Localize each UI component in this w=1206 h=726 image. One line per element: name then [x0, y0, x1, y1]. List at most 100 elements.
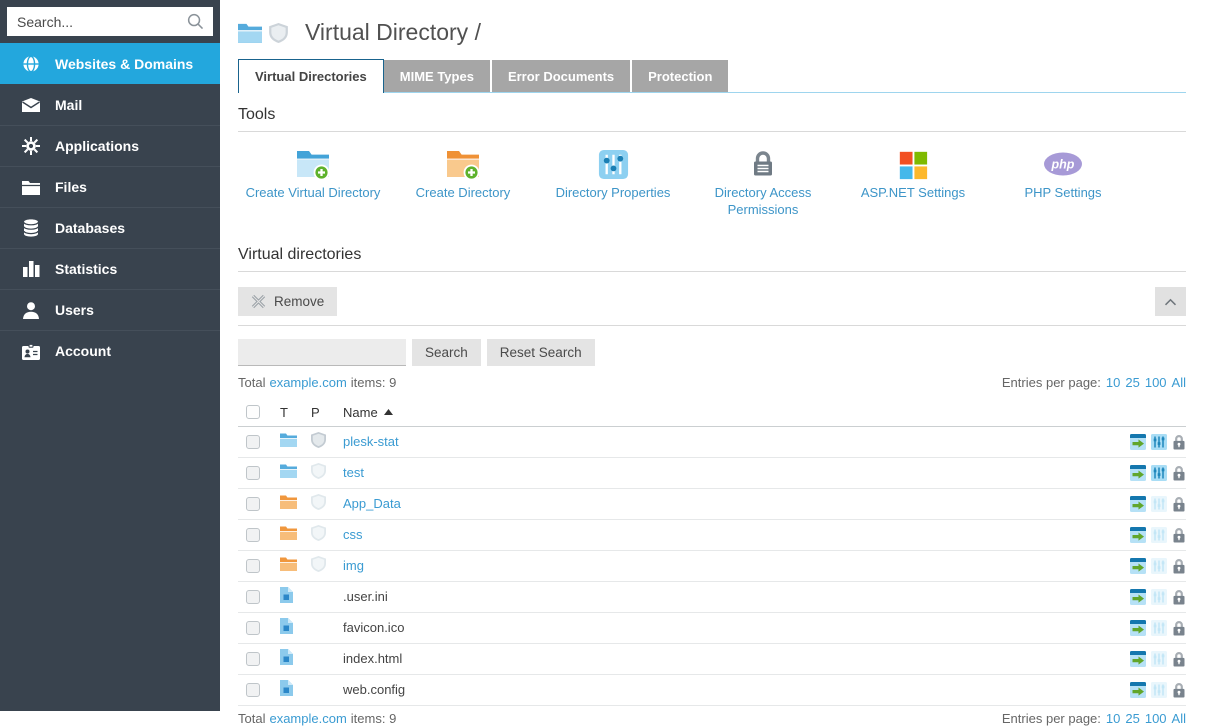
- tool-label: Directory Properties: [538, 185, 688, 202]
- chevron-up-icon: [1164, 294, 1177, 309]
- tool-directory-properties[interactable]: Directory Properties: [538, 141, 688, 219]
- entries-option-10[interactable]: 10: [1106, 711, 1120, 726]
- folder-orange-plus-icon: [388, 141, 538, 181]
- entries-option-100[interactable]: 100: [1145, 375, 1167, 390]
- table-row: css: [238, 520, 1186, 551]
- column-name[interactable]: Name: [343, 405, 1116, 420]
- total-suffix: items: 9: [351, 711, 397, 726]
- user-icon: [21, 302, 41, 319]
- sliders-icon: [538, 141, 688, 181]
- open-in-browser-icon[interactable]: [1130, 651, 1146, 667]
- row-name-link[interactable]: plesk-stat: [343, 434, 399, 449]
- reset-search-button[interactable]: Reset Search: [487, 339, 595, 366]
- entries-option-100[interactable]: 100: [1145, 711, 1167, 726]
- column-type[interactable]: T: [280, 405, 311, 420]
- open-in-browser-icon[interactable]: [1130, 465, 1146, 481]
- tool-label: Create Directory: [388, 185, 538, 202]
- sidebar-item-users[interactable]: Users: [0, 289, 220, 330]
- search-input[interactable]: [7, 7, 213, 36]
- row-name-link[interactable]: img: [343, 558, 364, 573]
- directory-properties-icon[interactable]: [1151, 465, 1167, 481]
- open-in-browser-icon[interactable]: [1130, 558, 1146, 574]
- collapse-button[interactable]: [1155, 287, 1186, 316]
- permissions-lock-icon[interactable]: [1172, 558, 1186, 574]
- select-all-checkbox[interactable]: [246, 405, 260, 419]
- tools-row: Create Virtual DirectoryCreate Directory…: [238, 141, 1186, 219]
- open-in-browser-icon[interactable]: [1130, 589, 1146, 605]
- open-in-browser-icon[interactable]: [1130, 527, 1146, 543]
- protection-shield-icon: [311, 432, 326, 451]
- sidebar-item-files[interactable]: Files: [0, 166, 220, 207]
- permissions-lock-icon[interactable]: [1172, 589, 1186, 605]
- entries-label: Entries per page:: [1002, 711, 1101, 726]
- search-icon[interactable]: [186, 12, 205, 36]
- table-row: web.config: [238, 675, 1186, 706]
- open-in-browser-icon[interactable]: [1130, 496, 1146, 512]
- entries-option-all[interactable]: All: [1172, 711, 1186, 726]
- row-checkbox[interactable]: [246, 435, 260, 449]
- row-checkbox[interactable]: [246, 528, 260, 542]
- permissions-lock-icon[interactable]: [1172, 434, 1186, 450]
- domain-link[interactable]: example.com: [269, 711, 346, 726]
- mail-icon: [21, 98, 41, 112]
- list-search-row: Search Reset Search: [238, 339, 1186, 366]
- sidebar-item-databases[interactable]: Databases: [0, 207, 220, 248]
- page-header: Virtual Directory /: [238, 0, 1186, 46]
- tool-create-virtual-directory[interactable]: Create Virtual Directory: [238, 141, 388, 219]
- permissions-lock-icon[interactable]: [1172, 527, 1186, 543]
- row-checkbox[interactable]: [246, 683, 260, 697]
- row-name-link[interactable]: test: [343, 465, 364, 480]
- row-checkbox[interactable]: [246, 621, 260, 635]
- list-search-button[interactable]: Search: [412, 339, 481, 366]
- tool-create-directory[interactable]: Create Directory: [388, 141, 538, 219]
- entries-option-25[interactable]: 25: [1125, 711, 1139, 726]
- sidebar-item-label: Databases: [55, 220, 125, 236]
- column-protection[interactable]: P: [311, 405, 343, 420]
- permissions-lock-icon[interactable]: [1172, 682, 1186, 698]
- entries-option-all[interactable]: All: [1172, 375, 1186, 390]
- sidebar-item-statistics[interactable]: Statistics: [0, 248, 220, 289]
- sidebar-item-account[interactable]: Account: [0, 330, 220, 371]
- entries-label: Entries per page:: [1002, 375, 1101, 390]
- entries-option-10[interactable]: 10: [1106, 375, 1120, 390]
- row-checkbox[interactable]: [246, 466, 260, 480]
- tab-virtual-directories[interactable]: Virtual Directories: [238, 59, 384, 93]
- tab-error-documents[interactable]: Error Documents: [492, 60, 630, 93]
- permissions-lock-icon[interactable]: [1172, 620, 1186, 636]
- protection-shield-icon: [311, 525, 326, 544]
- list-meta-bottom: Total example.com items: 9 Entries per p…: [238, 711, 1186, 726]
- tool-php-settings[interactable]: phpPHP Settings: [988, 141, 1138, 219]
- directory-properties-icon[interactable]: [1151, 434, 1167, 450]
- sidebar-item-websites-domains[interactable]: Websites & Domains: [0, 43, 220, 84]
- row-checkbox[interactable]: [246, 652, 260, 666]
- entries-option-25[interactable]: 25: [1125, 375, 1139, 390]
- list-search-input[interactable]: [238, 339, 406, 366]
- permissions-lock-icon[interactable]: [1172, 496, 1186, 512]
- row-name-link[interactable]: css: [343, 527, 363, 542]
- tool-label: Create Virtual Directory: [238, 185, 388, 202]
- tab-protection[interactable]: Protection: [632, 60, 728, 93]
- row-name: favicon.ico: [343, 620, 404, 635]
- row-checkbox[interactable]: [246, 497, 260, 511]
- open-in-browser-icon[interactable]: [1130, 434, 1146, 450]
- row-name: index.html: [343, 651, 402, 666]
- sidebar-item-applications[interactable]: Applications: [0, 125, 220, 166]
- tab-mime-types[interactable]: MIME Types: [384, 60, 490, 93]
- tool-label: ASP.NET Settings: [838, 185, 988, 202]
- tool-directory-access-permissions[interactable]: Directory Access Permissions: [688, 141, 838, 219]
- row-name-link[interactable]: App_Data: [343, 496, 401, 511]
- open-in-browser-icon[interactable]: [1130, 682, 1146, 698]
- domain-link[interactable]: example.com: [269, 375, 346, 390]
- row-checkbox[interactable]: [246, 559, 260, 573]
- open-in-browser-icon[interactable]: [1130, 620, 1146, 636]
- database-icon: [21, 219, 41, 237]
- table-row: .user.ini: [238, 582, 1186, 613]
- remove-button[interactable]: Remove: [238, 287, 337, 316]
- permissions-lock-icon[interactable]: [1172, 465, 1186, 481]
- sidebar-nav: Websites & DomainsMailApplicationsFiles D…: [0, 43, 220, 371]
- permissions-lock-icon[interactable]: [1172, 651, 1186, 667]
- protection-shield-icon: [311, 463, 326, 482]
- row-checkbox[interactable]: [246, 590, 260, 604]
- tool-asp-net-settings[interactable]: ASP.NET Settings: [838, 141, 988, 219]
- sidebar-item-mail[interactable]: Mail: [0, 84, 220, 125]
